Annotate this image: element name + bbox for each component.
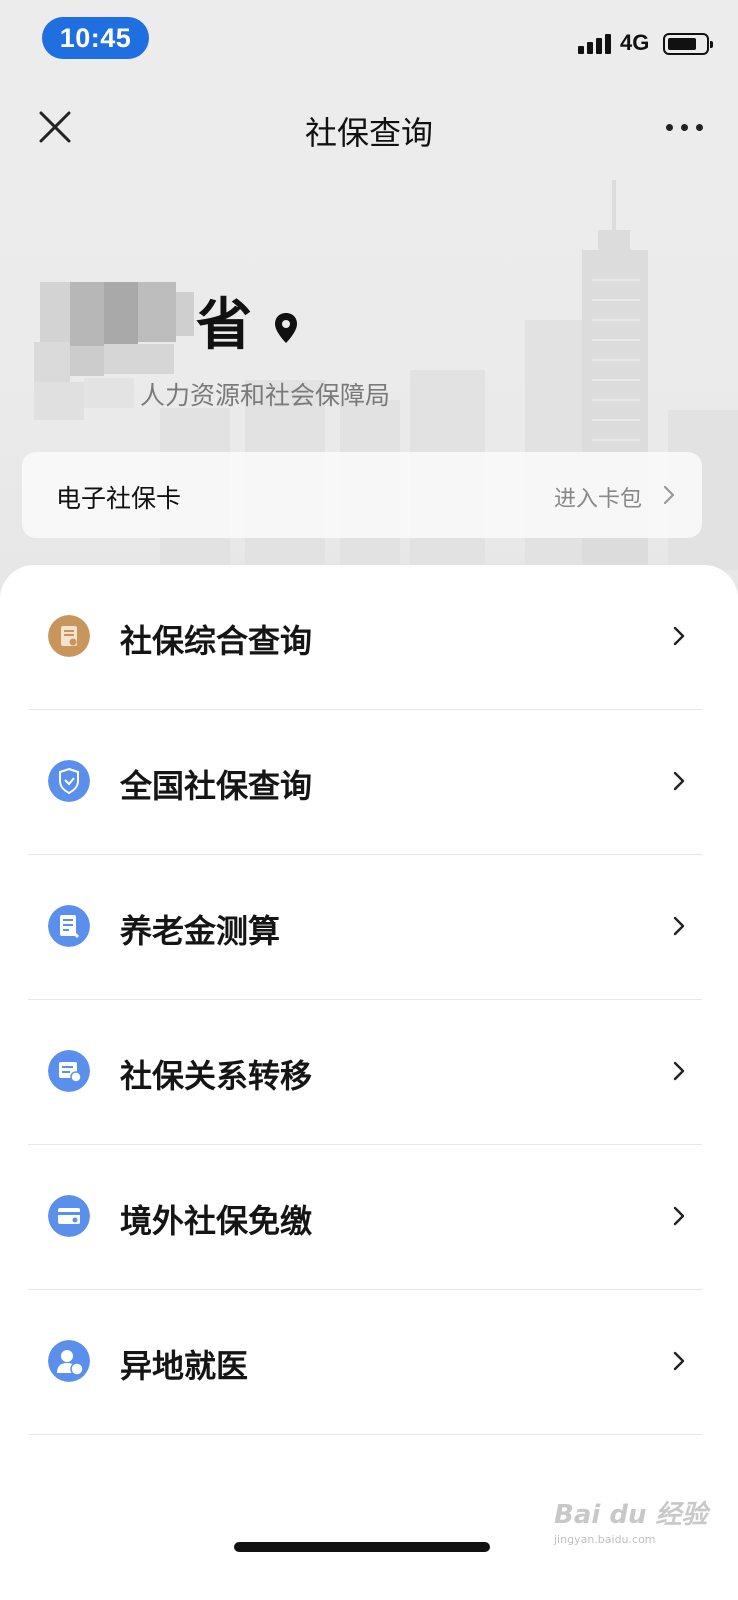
province-name: 省 [196, 293, 252, 358]
menu-item-national-query[interactable]: 全国社保查询 [0, 710, 738, 855]
menu-item-label: 异地就医 [120, 1347, 249, 1385]
bureau-name: 人力资源和社会保障局 [140, 381, 391, 410]
battery-icon [663, 33, 713, 55]
chevron-right-icon [673, 916, 685, 936]
header-area: 10:45 4G 社保查询 省 人力资源和社会保障局 电子社保卡 进入卡包 [0, 0, 738, 620]
menu-item-remote-medical[interactable]: 异地就医 [0, 1290, 738, 1435]
shield-icon [48, 760, 90, 802]
chevron-right-icon [673, 771, 685, 791]
chevron-right-icon [663, 485, 675, 505]
card-icon [48, 1195, 90, 1237]
signal-icon [578, 32, 614, 54]
menu-item-label: 养老金测算 [120, 912, 281, 950]
more-options-icon[interactable] [664, 122, 704, 134]
person-icon [48, 1340, 90, 1382]
ecard-label: 电子社保卡 [56, 484, 182, 513]
watermark: Bai du 经验 jingyan.baidu.com [554, 1494, 708, 1546]
service-list: 社保综合查询 全国社保查询 养老金测算 社保关系转移 境外社保免缴 异地就医 [0, 565, 738, 1600]
calculator-icon [48, 905, 90, 947]
ecard-banner[interactable]: 电子社保卡 进入卡包 [22, 452, 702, 538]
location-pin-icon[interactable] [273, 312, 299, 344]
menu-item-pension-calculator[interactable]: 养老金测算 [0, 855, 738, 1000]
document-icon [48, 615, 90, 657]
watermark-text: Bai du 经验 [554, 1500, 708, 1530]
menu-item-label: 全国社保查询 [120, 767, 313, 805]
menu-item-overseas-exemption[interactable]: 境外社保免缴 [0, 1145, 738, 1290]
page-title: 社保查询 [304, 114, 433, 152]
divider [28, 1434, 702, 1435]
transfer-icon [48, 1050, 90, 1092]
ecard-link[interactable]: 进入卡包 [554, 481, 642, 513]
home-indicator[interactable] [234, 1542, 490, 1552]
status-time: 10:45 [42, 17, 149, 59]
network-type: 4G [620, 30, 650, 55]
watermark-url: jingyan.baidu.com [554, 1533, 656, 1546]
menu-item-label: 社保综合查询 [120, 622, 313, 660]
chevron-right-icon [673, 1061, 685, 1081]
menu-item-relation-transfer[interactable]: 社保关系转移 [0, 1000, 738, 1145]
chevron-right-icon [673, 1206, 685, 1226]
menu-item-label: 境外社保免缴 [120, 1202, 313, 1240]
chevron-right-icon [673, 1351, 685, 1371]
menu-item-comprehensive-query[interactable]: 社保综合查询 [0, 565, 738, 710]
menu-item-label: 社保关系转移 [120, 1057, 313, 1095]
chevron-right-icon [673, 626, 685, 646]
